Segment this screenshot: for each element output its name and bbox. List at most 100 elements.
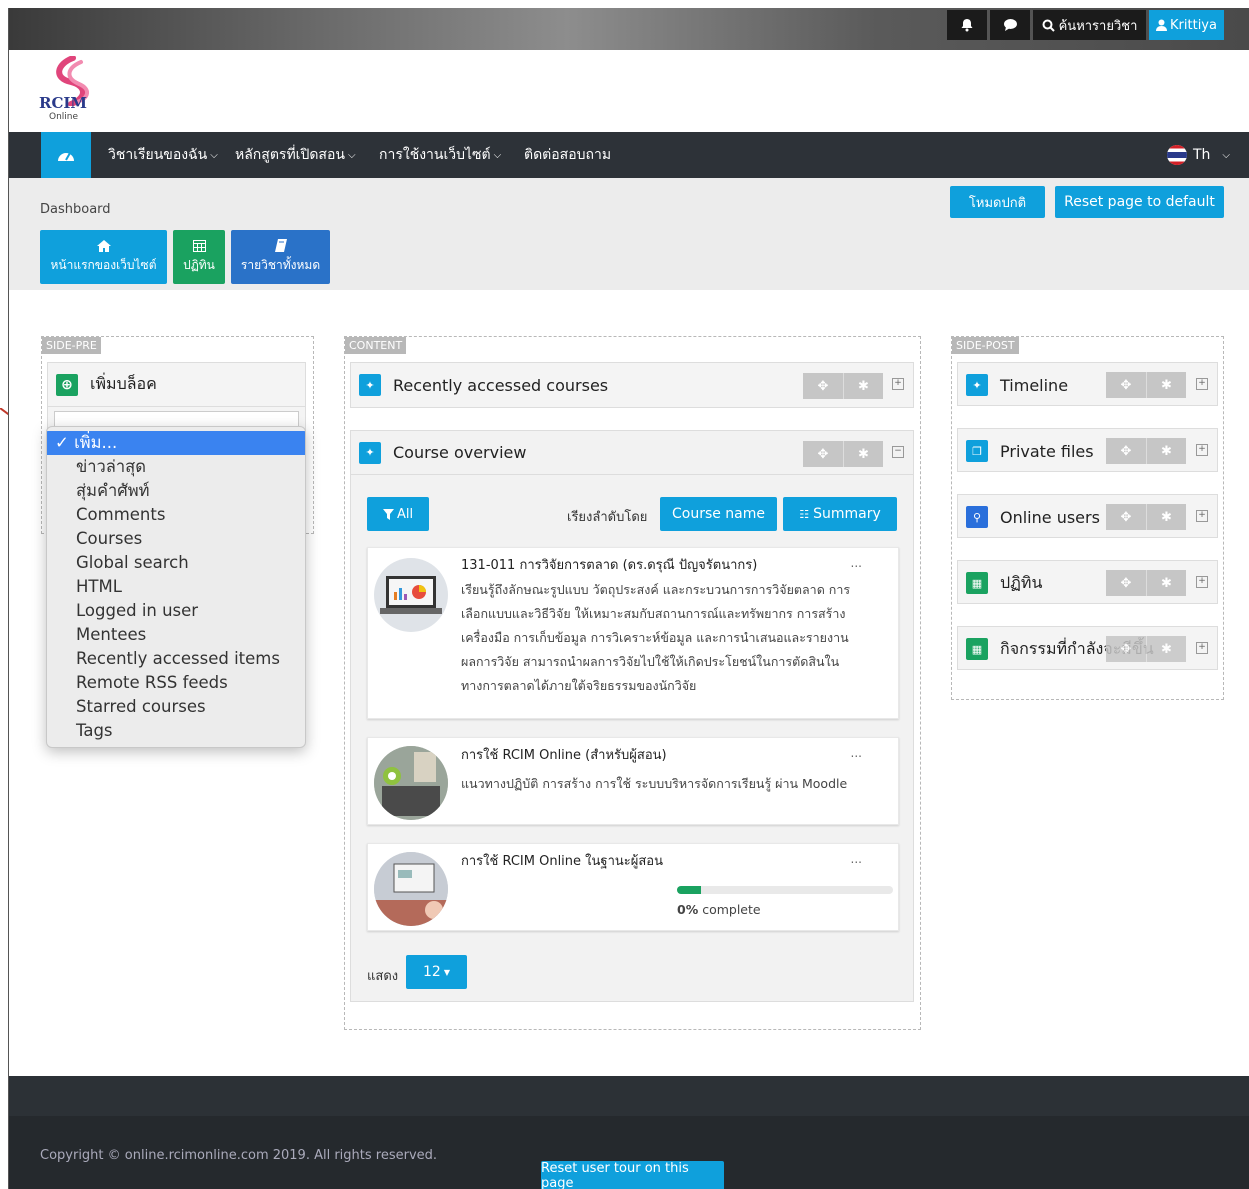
collapse-icon[interactable]: + xyxy=(1196,642,1208,654)
grid-icon: ☷ xyxy=(799,507,810,521)
move-icon[interactable]: ✥ xyxy=(803,373,843,399)
course-card[interactable]: การใช้ RCIM Online (สำหรับผู้สอน) ... แน… xyxy=(367,737,899,825)
chevron-down-icon: ⌵ xyxy=(347,149,356,161)
nav-site-usage-label: การใช้งานเว็บไซต์ xyxy=(379,147,491,163)
dropdown-option[interactable]: Courses xyxy=(47,527,305,551)
course-title[interactable]: การใช้ RCIM Online ในฐานะผู้สอน xyxy=(461,850,663,871)
messages-button[interactable] xyxy=(990,10,1030,40)
pin-icon: ✦ xyxy=(359,441,381,464)
reset-user-tour-button[interactable]: Reset user tour on this page xyxy=(541,1161,724,1189)
quick-link-calendar[interactable]: ปฏิทิน xyxy=(173,230,225,284)
gear-icon[interactable]: ✱ xyxy=(843,441,883,467)
logo-text: RCIM xyxy=(39,94,88,112)
dropdown-option[interactable]: Global search xyxy=(47,551,305,575)
reset-page-button[interactable]: Reset page to default xyxy=(1055,186,1224,218)
nav-dashboard-button[interactable] xyxy=(41,132,91,178)
upcoming-events-block: ▦ กิจกรรมที่กำลังจะมีขึ้น ✥ ✱ + xyxy=(957,626,1218,670)
recently-accessed-title: Recently accessed courses xyxy=(393,375,609,395)
view-summary-label: Summary xyxy=(813,506,881,522)
quick-link-home[interactable]: หน้าแรกของเว็บไซต์ xyxy=(40,230,167,284)
course-image xyxy=(374,852,448,926)
move-icon[interactable]: ✥ xyxy=(1106,438,1146,464)
nav-contact[interactable]: ติดต่อสอบถาม xyxy=(524,132,611,178)
course-menu-button[interactable]: ... xyxy=(851,556,862,570)
dropdown-option[interactable]: Tags xyxy=(47,719,305,743)
view-summary-button[interactable]: ☷ Summary xyxy=(783,497,897,531)
dropdown-option[interactable]: Starred courses xyxy=(47,695,305,719)
user-menu-button[interactable]: Krittiya xyxy=(1149,10,1224,40)
move-icon[interactable]: ✥ xyxy=(1106,372,1146,398)
quick-link-all-courses[interactable]: รายวิชาทั้งหมด xyxy=(231,230,330,284)
summary-line: เรียนรู้ถึงลักษณะรูปแบบ วัตถุประสงค์ และ… xyxy=(461,582,851,597)
user-icon xyxy=(1156,19,1168,31)
add-block-title: เพิ่มบล็อค xyxy=(90,374,157,393)
course-image xyxy=(374,746,448,820)
dropdown-option[interactable]: Remote RSS feeds xyxy=(47,671,305,695)
gear-icon[interactable]: ✱ xyxy=(1146,372,1186,398)
summary-line: ผลการวิจัย สามารถนำผลการวิจัยไปใช้ให้เกิ… xyxy=(461,654,840,669)
add-block-header: ⊕ เพิ่มบล็อค xyxy=(48,363,305,407)
gear-icon[interactable]: ✱ xyxy=(1146,438,1186,464)
nav-available-programs[interactable]: หลักสูตรที่เปิดสอน ⌵ xyxy=(235,132,356,178)
nav-site-usage[interactable]: การใช้งานเว็บไซต์ ⌵ xyxy=(379,132,501,178)
course-menu-button[interactable]: ... xyxy=(851,746,862,760)
course-title[interactable]: 131-011 การวิจัยการตลาด (ดร.ดรุณี ปัญจรั… xyxy=(461,554,757,575)
gear-icon[interactable]: ✱ xyxy=(1146,636,1186,662)
pin-icon: ✦ xyxy=(966,374,988,396)
language-selector[interactable]: Th ⌵ xyxy=(1166,132,1230,178)
collapse-icon[interactable]: − xyxy=(892,446,904,458)
dropdown-option-add[interactable]: ✓ เพิ่ม... xyxy=(47,431,305,455)
breadcrumb[interactable]: Dashboard xyxy=(40,202,111,217)
notifications-button[interactable] xyxy=(947,10,987,40)
collapse-icon[interactable]: + xyxy=(1196,444,1208,456)
home-icon xyxy=(96,239,111,252)
quick-link-home-label: หน้าแรกของเว็บไซต์ xyxy=(50,257,157,272)
dropdown-option[interactable]: Mentees xyxy=(47,623,305,647)
collapse-icon[interactable]: + xyxy=(1196,378,1208,390)
summary-line: เลือกแบบและวิธีวิจัย ให้เหมาะสมกับสถานกา… xyxy=(461,606,846,621)
site-logo[interactable]: RCIM Online xyxy=(37,56,101,126)
block-controls: ✥ ✱ xyxy=(1106,372,1186,398)
move-icon[interactable]: ✥ xyxy=(1106,570,1146,596)
show-count-dropdown[interactable]: 12 ▼ xyxy=(406,955,467,989)
dropdown-option[interactable]: สุ่มคำศัพท์ xyxy=(47,479,305,503)
timeline-title: Timeline xyxy=(1000,375,1069,395)
move-icon[interactable]: ✥ xyxy=(803,441,843,467)
filter-all-button[interactable]: All xyxy=(367,497,429,531)
region-label: SIDE-POST xyxy=(952,337,1019,354)
course-overview-block: ✦ Course overview ✥ ✱ − All เรียงลำดับโดย… xyxy=(350,430,914,1002)
dropdown-option[interactable]: ข่าวล่าสุด xyxy=(47,455,305,479)
sort-course-name-button[interactable]: Course name xyxy=(660,497,777,531)
block-controls: ✥ ✱ xyxy=(803,441,883,467)
nav-my-courses[interactable]: วิชาเรียนของฉัน ⌵ xyxy=(108,132,218,178)
course-card[interactable]: การใช้ RCIM Online ในฐานะผู้สอน ... 0% c… xyxy=(367,843,899,931)
add-block-dropdown-list[interactable]: ✓ เพิ่ม... ข่าวล่าสุด สุ่มคำศัพท์ Commen… xyxy=(46,426,306,748)
block-controls: ✥ ✱ xyxy=(1106,636,1186,662)
private-files-title: Private files xyxy=(1000,441,1094,461)
course-search-button[interactable]: ค้นหารายวิชา xyxy=(1033,10,1146,40)
collapse-icon[interactable]: + xyxy=(892,378,904,390)
dropdown-option[interactable]: Logged in user xyxy=(47,599,305,623)
gear-icon[interactable]: ✱ xyxy=(843,373,883,399)
course-menu-button[interactable]: ... xyxy=(851,852,862,866)
move-icon[interactable]: ✥ xyxy=(1106,504,1146,530)
chat-icon xyxy=(1003,19,1017,31)
dropdown-option[interactable]: HTML xyxy=(47,575,305,599)
gear-icon[interactable]: ✱ xyxy=(1146,570,1186,596)
region-label: SIDE-PRE xyxy=(42,337,101,354)
region-label: CONTENT xyxy=(345,337,407,354)
language-label: Th xyxy=(1192,147,1211,163)
gear-icon[interactable]: ✱ xyxy=(1146,504,1186,530)
collapse-icon[interactable]: + xyxy=(1196,576,1208,588)
normal-mode-button[interactable]: โหมดปกติ xyxy=(950,186,1045,218)
dropdown-option[interactable]: Recently accessed items xyxy=(47,647,305,671)
course-card[interactable]: 131-011 การวิจัยการตลาด (ดร.ดรุณี ปัญจรั… xyxy=(367,547,899,719)
main-navbar: วิชาเรียนของฉัน ⌵ หลักสูตรที่เปิดสอน ⌵ การ… xyxy=(9,132,1249,178)
move-icon[interactable]: ✥ xyxy=(1106,636,1146,662)
dropdown-option[interactable]: Comments xyxy=(47,503,305,527)
course-overview-title: Course overview xyxy=(393,443,527,462)
chevron-down-icon: ⌵ xyxy=(1222,149,1230,161)
calendar-block: ▦ ปฏิทิน ✥ ✱ + xyxy=(957,560,1218,604)
collapse-icon[interactable]: + xyxy=(1196,510,1208,522)
course-title[interactable]: การใช้ RCIM Online (สำหรับผู้สอน) xyxy=(461,744,667,765)
